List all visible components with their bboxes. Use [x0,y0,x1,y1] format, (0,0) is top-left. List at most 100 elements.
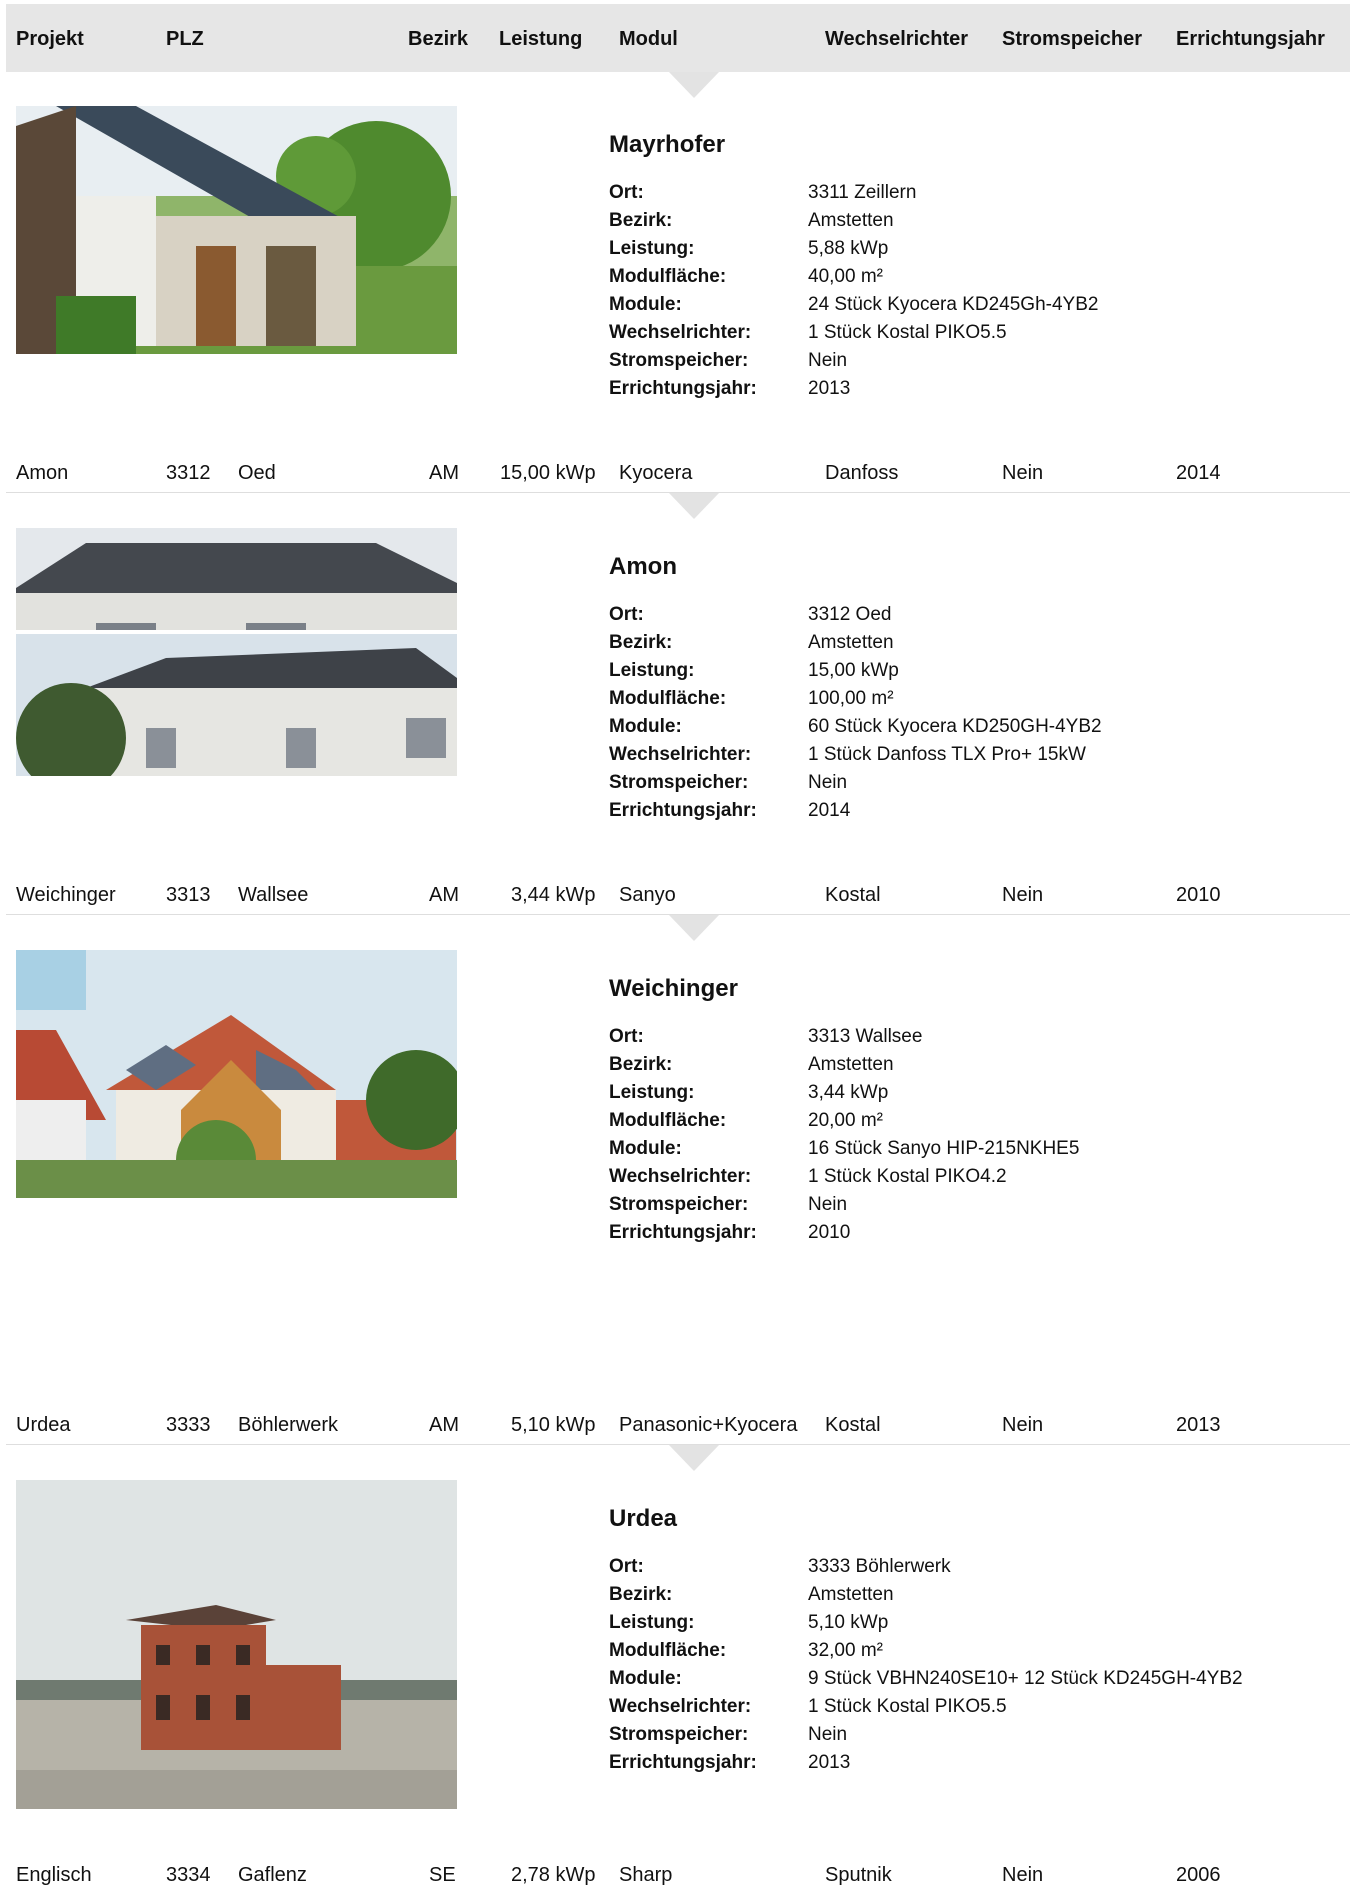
cell-projekt: Englisch [16,1864,92,1886]
value-ort: 3312 Oed [808,604,892,625]
project-name: Mayrhofer [609,131,726,158]
label-module: Module: [609,716,682,737]
cell-modul: Sanyo [619,884,676,906]
header-modul[interactable]: Modul [619,28,678,51]
expand-indicator-arrow [669,72,719,98]
project-name: Urdea [609,1505,678,1532]
value-leistung: 15,00 kWp [808,660,899,681]
label-leistung: Leistung: [609,1612,695,1633]
value-wechselrichter: 1 Stück Danfoss TLX Pro+ 15kW [808,744,1086,765]
value-leistung: 5,10 kWp [808,1612,889,1633]
value-stromspeicher: Nein [808,350,848,371]
table-row[interactable]: Englisch 3334 Gaflenz SE 2,78 kWp Sharp … [6,1854,1350,1894]
cell-plz: 3333 [166,1414,211,1436]
label-modulflaeche: Modulfläche: [609,1640,727,1661]
table-header: Projekt PLZ Bezirk Leistung Modul Wechse… [6,4,1350,72]
cell-wechselrichter: Sputnik [825,1864,892,1886]
cell-errichtungsjahr: 2014 [1176,462,1221,484]
label-errichtungsjahr: Errichtungsjahr: [609,1222,757,1243]
value-stromspeicher: Nein [808,1194,848,1215]
label-stromspeicher: Stromspeicher: [609,350,749,371]
header-stromspeicher[interactable]: Stromspeicher [1002,28,1142,51]
cell-leistung: 3,44 kWp [511,884,596,906]
cell-bezirk: AM [429,884,459,906]
cell-ort: Wallsee [238,884,309,906]
cell-stromspeicher: Nein [1002,1414,1044,1436]
label-wechselrichter: Wechselrichter: [609,322,752,343]
cell-plz: 3312 [166,462,211,484]
value-bezirk: Amstetten [808,1054,894,1075]
header-errichtungsjahr[interactable]: Errichtungsjahr [1176,28,1325,51]
header-bezirk[interactable]: Bezirk [408,28,468,51]
label-ort: Ort: [609,604,644,625]
value-wechselrichter: 1 Stück Kostal PIKO5.5 [808,1696,1007,1717]
cell-ort: Oed [238,462,276,484]
value-stromspeicher: Nein [808,1724,848,1745]
cell-errichtungsjahr: 2006 [1176,1864,1221,1886]
table-row[interactable]: Urdea 3333 Böhlerwerk AM 5,10 kWp Panaso… [6,1404,1350,1445]
cell-bezirk: AM [429,1414,459,1436]
value-errichtungsjahr: 2010 [808,1222,851,1243]
value-module: 24 Stück Kyocera KD245Gh-4YB2 [808,294,1099,315]
value-modulflaeche: 100,00 m² [808,688,894,709]
label-wechselrichter: Wechselrichter: [609,744,752,765]
cell-modul: Kyocera [619,462,693,484]
expand-indicator-arrow [669,915,719,941]
project-photo [16,1480,457,1809]
label-stromspeicher: Stromspeicher: [609,1194,749,1215]
value-module: 16 Stück Sanyo HIP-215NKHE5 [808,1138,1080,1159]
value-bezirk: Amstetten [808,210,894,231]
label-errichtungsjahr: Errichtungsjahr: [609,800,757,821]
project-photo [16,528,457,776]
cell-leistung: 5,10 kWp [511,1414,596,1436]
value-errichtungsjahr: 2013 [808,378,851,399]
value-wechselrichter: 1 Stück Kostal PIKO5.5 [808,322,1007,343]
cell-stromspeicher: Nein [1002,462,1044,484]
header-projekt[interactable]: Projekt [16,28,84,51]
table-row[interactable]: Weichinger 3313 Wallsee AM 3,44 kWp Sany… [6,874,1350,915]
cell-ort: Böhlerwerk [238,1414,339,1436]
cell-errichtungsjahr: 2013 [1176,1414,1221,1436]
project-photo [16,106,457,354]
project-photo [16,950,457,1198]
label-ort: Ort: [609,182,644,203]
solar-projects-list: Projekt PLZ Bezirk Leistung Modul Wechse… [0,0,1353,1890]
project-name: Amon [609,553,677,580]
label-bezirk: Bezirk: [609,210,673,231]
label-modulflaeche: Modulfläche: [609,1110,727,1131]
label-ort: Ort: [609,1556,644,1577]
value-module: 9 Stück VBHN240SE10+ 12 Stück KD245GH-4Y… [808,1668,1243,1689]
label-module: Module: [609,1668,682,1689]
header-plz[interactable]: PLZ [166,28,204,51]
value-modulflaeche: 20,00 m² [808,1110,883,1131]
header-wechselrichter[interactable]: Wechselrichter [825,28,968,51]
value-module: 60 Stück Kyocera KD250GH-4YB2 [808,716,1102,737]
cell-bezirk: AM [429,462,459,484]
value-errichtungsjahr: 2014 [808,800,851,821]
label-bezirk: Bezirk: [609,632,673,653]
header-leistung[interactable]: Leistung [499,28,582,51]
label-leistung: Leistung: [609,660,695,681]
value-modulflaeche: 32,00 m² [808,1640,883,1661]
value-bezirk: Amstetten [808,632,894,653]
value-ort: 3311 Zeillern [808,182,917,203]
cell-leistung: 15,00 kWp [500,462,596,484]
value-stromspeicher: Nein [808,772,848,793]
cell-projekt: Urdea [16,1414,71,1436]
cell-errichtungsjahr: 2010 [1176,884,1221,906]
cell-wechselrichter: Kostal [825,884,881,906]
cell-modul: Sharp [619,1864,673,1886]
cell-stromspeicher: Nein [1002,884,1044,906]
table-row[interactable]: Amon 3312 Oed AM 15,00 kWp Kyocera Danfo… [6,452,1350,493]
project-name: Weichinger [609,975,738,1002]
cell-wechselrichter: Danfoss [825,462,899,484]
label-wechselrichter: Wechselrichter: [609,1166,752,1187]
cell-projekt: Amon [16,462,69,484]
label-ort: Ort: [609,1026,644,1047]
value-bezirk: Amstetten [808,1584,894,1605]
value-modulflaeche: 40,00 m² [808,266,883,287]
cell-ort: Gaflenz [238,1864,307,1886]
label-stromspeicher: Stromspeicher: [609,1724,749,1745]
value-ort: 3313 Wallsee [808,1026,923,1047]
cell-wechselrichter: Kostal [825,1414,881,1436]
